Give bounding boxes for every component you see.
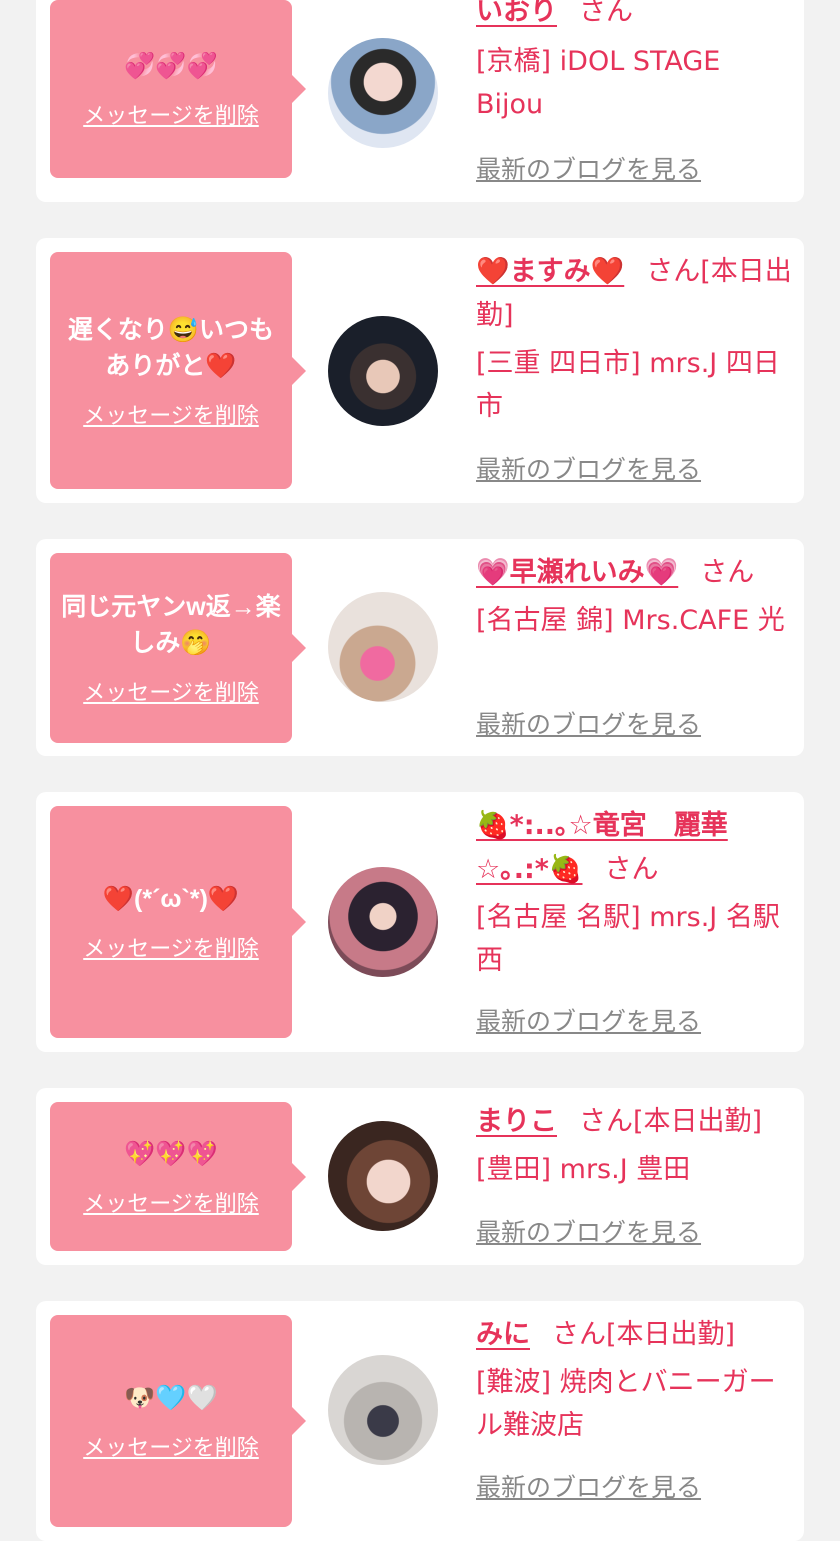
honorific: さん <box>579 0 633 27</box>
delete-message-link[interactable]: メッセージを削除 <box>83 98 259 130</box>
cast-name-link[interactable]: 🍓*:..｡☆竜宮 麗華☆｡.:*🍓 <box>476 810 728 885</box>
name-line: みに さん[本日出勤] <box>476 1313 794 1357</box>
latest-blog-link[interactable]: 最新のブログを見る <box>476 450 701 486</box>
delete-message-link[interactable]: メッセージを削除 <box>83 675 259 707</box>
shop-info[interactable]: [豊田] mrs.J 豊田 <box>476 1148 794 1191</box>
message-bubble: 🐶🩵🤍 メッセージを削除 <box>50 1315 306 1527</box>
latest-blog-link[interactable]: 最新のブログを見る <box>476 1213 701 1249</box>
cast-name-link[interactable]: ❤️ますみ❤️ <box>476 256 624 287</box>
name-line: 💗早瀬れいみ💗 さん <box>476 551 794 595</box>
message-card: 💞💞💞 メッセージを削除 いおり さん [京橋] iDOL STAGE Bijou… <box>36 0 804 202</box>
shop-info[interactable]: [難波] 焼肉とバニーガール難波店 <box>476 1361 794 1447</box>
honorific: さん[本日出勤] <box>579 1106 763 1137</box>
message-text: ❤️(*´ω`*)❤️ <box>102 885 240 913</box>
shop-info[interactable]: [名古屋 錦] Mrs.CAFE 光 <box>476 599 794 642</box>
latest-blog-link[interactable]: 最新のブログを見る <box>476 1468 701 1504</box>
avatar[interactable] <box>328 867 438 977</box>
delete-message-link[interactable]: メッセージを削除 <box>83 398 259 430</box>
message-card: 💖💖💖 メッセージを削除 まりこ さん[本日出勤] [豊田] mrs.J 豊田 最… <box>36 1088 804 1265</box>
message-text: 🐶🩵🤍 <box>124 1384 218 1412</box>
shop-info[interactable]: [三重 四日市] mrs.J 四日市 <box>476 342 794 428</box>
message-card: 同じ元ヤンw返→楽しみ🤭 メッセージを削除 💗早瀬れいみ💗 さん [名古屋 錦] … <box>36 539 804 756</box>
message-text: 💖💖💖 <box>124 1139 218 1168</box>
message-card: ❤️(*´ω`*)❤️ メッセージを削除 🍓*:..｡☆竜宮 麗華☆｡.:*🍓 さ… <box>36 792 804 1052</box>
message-bubble: 💖💖💖 メッセージを削除 <box>50 1102 306 1251</box>
message-bubble: ❤️(*´ω`*)❤️ メッセージを削除 <box>50 806 306 1038</box>
honorific: さん <box>604 854 659 885</box>
cast-name-link[interactable]: まりこ <box>476 1106 557 1137</box>
latest-blog-link[interactable]: 最新のブログを見る <box>476 1002 701 1038</box>
latest-blog-link[interactable]: 最新のブログを見る <box>476 705 701 741</box>
latest-blog-link[interactable]: 最新のブログを見る <box>476 150 701 186</box>
avatar[interactable] <box>328 592 438 702</box>
message-text: 遅くなり😅いつもありがと❤️ <box>67 315 275 380</box>
message-bubble: 同じ元ヤンw返→楽しみ🤭 メッセージを削除 <box>50 553 306 743</box>
delete-message-link[interactable]: メッセージを削除 <box>83 1430 259 1462</box>
cast-name-link[interactable]: いおり <box>476 0 557 27</box>
cast-name-link[interactable]: 💗早瀬れいみ💗 <box>476 557 678 588</box>
avatar[interactable] <box>328 38 438 148</box>
honorific: さん[本日出勤] <box>552 1319 736 1350</box>
message-card: 🐶🩵🤍 メッセージを削除 みに さん[本日出勤] [難波] 焼肉とバニーガール難波… <box>36 1301 804 1541</box>
name-line: まりこ さん[本日出勤] <box>476 1100 794 1144</box>
message-text: 💞💞💞 <box>124 52 218 80</box>
shop-info[interactable]: [名古屋 名駅] mrs.J 名駅西 <box>476 896 794 982</box>
delete-message-link[interactable]: メッセージを削除 <box>83 1186 259 1218</box>
message-bubble: 💞💞💞 メッセージを削除 <box>50 0 306 178</box>
avatar[interactable] <box>328 1355 438 1465</box>
honorific: さん <box>700 557 755 588</box>
message-text: 同じ元ヤンw返→楽しみ🤭 <box>61 593 281 657</box>
name-line: 🍓*:..｡☆竜宮 麗華☆｡.:*🍓 さん <box>476 804 794 892</box>
shop-info[interactable]: [京橋] iDOL STAGE Bijou <box>476 40 794 126</box>
name-line: いおり さん <box>476 0 794 34</box>
name-line: ❤️ますみ❤️ さん[本日出勤] <box>476 250 794 338</box>
message-card: 遅くなり😅いつもありがと❤️ メッセージを削除 ❤️ますみ❤️ さん[本日出勤] … <box>36 238 804 503</box>
avatar[interactable] <box>328 316 438 426</box>
cast-name-link[interactable]: みに <box>476 1319 530 1350</box>
message-bubble: 遅くなり😅いつもありがと❤️ メッセージを削除 <box>50 252 306 489</box>
avatar[interactable] <box>328 1121 438 1231</box>
delete-message-link[interactable]: メッセージを削除 <box>83 931 259 963</box>
